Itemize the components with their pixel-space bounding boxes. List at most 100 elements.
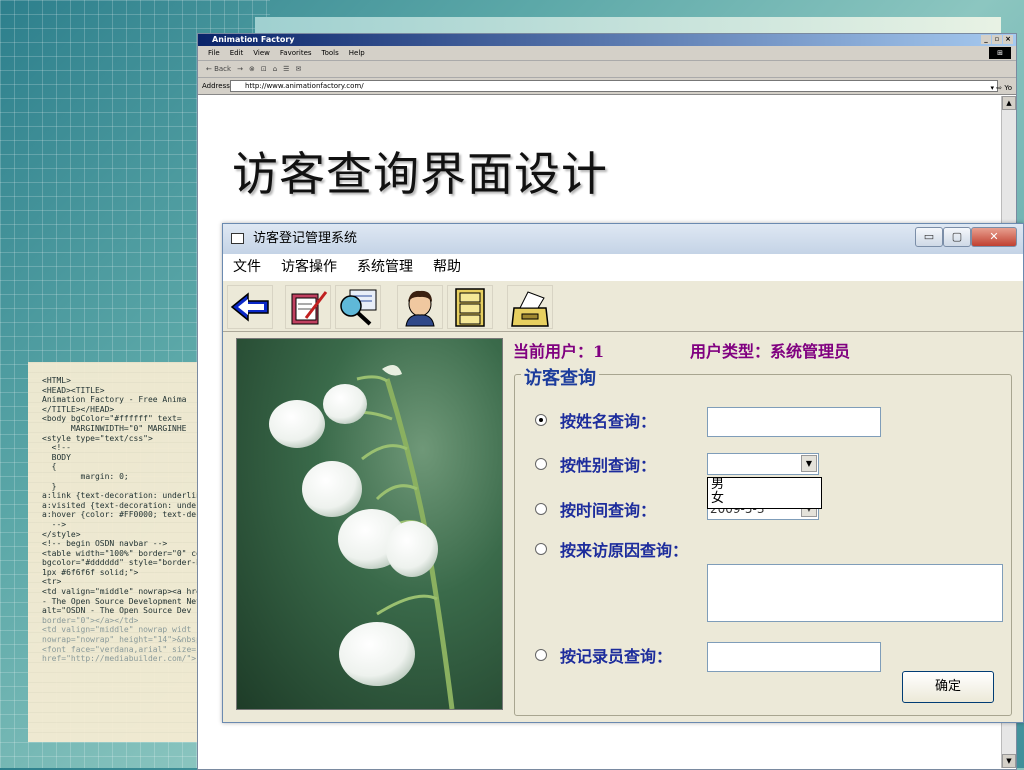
refresh-icon[interactable]: ⊡ [261,61,267,77]
code-line: bgcolor="#dddddd" style="border-bo [42,558,206,568]
register-button[interactable] [285,285,331,329]
app-menu-help[interactable]: 帮助 [433,254,461,280]
search-icon [340,289,377,326]
background-top-bar [255,17,1001,33]
code-line: <style type="text/css"> [42,433,153,443]
app-maximize-button[interactable]: ▢ [943,227,971,247]
back-arrow-icon [230,292,269,322]
code-line: alt="OSDN - The Open Source Dev [42,606,192,616]
browser-menu-tools[interactable]: Tools [322,46,339,60]
code-line: margin: 0; [42,471,129,481]
user-face-icon [405,290,435,327]
app-title-bar: 访客登记管理系统 ▭ ▢ ✕ [223,224,1023,254]
visitor-query-title: 访客查询 [521,364,599,390]
browser-menu-bar: File Edit View Favorites Tools Help ⊞ [198,46,1016,61]
app-menu-bar: 文件 访客操作 系统管理 帮助 [223,254,1023,280]
code-line: 1px #6f6f6f solid;"> [42,567,139,577]
query-by-gender-label: 按性别查询： [560,456,657,475]
browser-menu-help[interactable]: Help [349,46,365,60]
user-type-label: 用户类型：系统管理员 [690,342,851,361]
forward-button[interactable]: → [237,61,243,77]
address-label: Address [202,82,230,90]
go-button[interactable]: ▾ ⇨ Yo [991,80,1012,96]
query-by-gender-radio[interactable] [535,458,547,470]
query-by-gender-option[interactable]: 按性别查询： [535,452,656,476]
scroll-up-icon[interactable]: ▲ [1002,96,1016,110]
query-by-reason-label: 按来访原因查询： [560,541,689,560]
name-input[interactable] [707,407,881,437]
query-by-recorder-radio[interactable] [535,649,547,661]
code-line: a:link {text-decoration: underline [42,491,206,501]
browser-menu-file[interactable]: File [208,46,220,60]
back-arrow-button[interactable] [227,285,273,329]
code-line: <body bgColor="#ffffff" text= [42,414,182,424]
mail-icon[interactable]: ✉ [295,61,301,77]
app-minimize-button[interactable]: ▭ [915,227,943,247]
browser-title-bar: Animation Factory _ ▫ × [198,34,1016,46]
go-label: Yo [1004,84,1012,92]
code-line: href="http://mediabuilder.com/"> [42,654,197,664]
edit-document-icon [291,291,328,325]
home-icon[interactable]: ⌂ [273,61,277,77]
address-input[interactable]: http://www.animationfactory.com/ [230,80,998,92]
code-line: { [42,462,57,472]
app-menu-visitor-ops[interactable]: 访客操作 [281,254,337,280]
slide-title: 访客查询界面设计 [232,147,608,201]
query-by-time-radio[interactable] [535,503,547,515]
query-by-reason-option[interactable]: 按来访原因查询： [535,537,688,561]
code-line: border="0"></a></td> [42,615,139,625]
code-line: <td valign="middle" nowrap><a hre [42,587,201,597]
lily-of-the-valley-image [269,365,455,709]
code-line: } [42,481,57,491]
search-button[interactable] [335,285,381,329]
history-icon[interactable]: ☰ [283,61,289,77]
archive-button[interactable] [507,285,553,329]
code-line: <HTML> [42,376,71,385]
user-button[interactable] [397,285,443,329]
code-line: --> [42,519,67,529]
recorder-input[interactable] [707,642,881,672]
ok-button[interactable]: 确定 [902,671,994,703]
code-text-decoration: <HTML> <HEAD><TITLE> Animation Factory - F… [42,376,212,746]
browser-menu-edit[interactable]: Edit [230,46,244,60]
gender-select[interactable]: ▼ [707,453,819,475]
query-by-recorder-option[interactable]: 按记录员查询： [535,643,672,667]
code-line: <td valign="middle" nowrap widt [42,625,192,635]
query-by-recorder-label: 按记录员查询： [560,647,673,666]
query-by-reason-radio[interactable] [535,543,547,555]
cabinet-button[interactable] [447,285,493,329]
app-window-icon [231,233,244,244]
archive-box-icon [511,291,549,327]
query-by-name-radio[interactable] [535,414,547,426]
browser-close-button[interactable]: × [1003,35,1013,44]
code-line: </style> [42,529,81,539]
gender-option-male[interactable]: 男 [711,478,821,492]
code-line: <!-- begin OSDN navbar --> [42,539,168,549]
app-menu-system[interactable]: 系统管理 [357,254,413,280]
stop-icon[interactable]: ⊗ [249,61,255,77]
code-line: a:hover {color: #FF0000; text-deco [42,510,206,520]
code-line: MARGINWIDTH="0" MARGINHE [42,423,187,433]
browser-menu-favorites[interactable]: Favorites [280,46,312,60]
code-line: a:visited {text-decoration: under [42,500,201,510]
app-close-button[interactable]: ✕ [971,227,1017,247]
browser-title: Animation Factory [212,35,295,44]
query-by-time-option[interactable]: 按时间查询： [535,497,656,521]
app-menu-file[interactable]: 文件 [233,254,261,280]
query-by-name-option[interactable]: 按姓名查询： [535,408,656,432]
back-button[interactable]: ← Back [206,61,231,77]
code-line: <HEAD><TITLE> [42,385,105,395]
browser-menu-view[interactable]: View [253,46,270,60]
current-user-label: 当前用户：1 [513,342,605,361]
gender-option-female[interactable]: 女 [711,492,821,506]
app-title: 访客登记管理系统 [253,231,358,246]
browser-minimize-button[interactable]: _ [981,35,991,44]
scroll-down-icon[interactable]: ▼ [1002,754,1016,768]
browser-maximize-button[interactable]: ▫ [992,35,1002,44]
code-line: <tr> [42,577,62,587]
gender-dropdown-arrow-icon[interactable]: ▼ [801,455,817,472]
browser-toolbar: ← Back → ⊗ ⊡ ⌂ ☰ ✉ [198,61,1016,78]
query-by-name-label: 按姓名查询： [560,412,657,431]
code-line: - The Open Source Development Net [42,596,201,606]
reason-input[interactable] [707,564,1003,622]
